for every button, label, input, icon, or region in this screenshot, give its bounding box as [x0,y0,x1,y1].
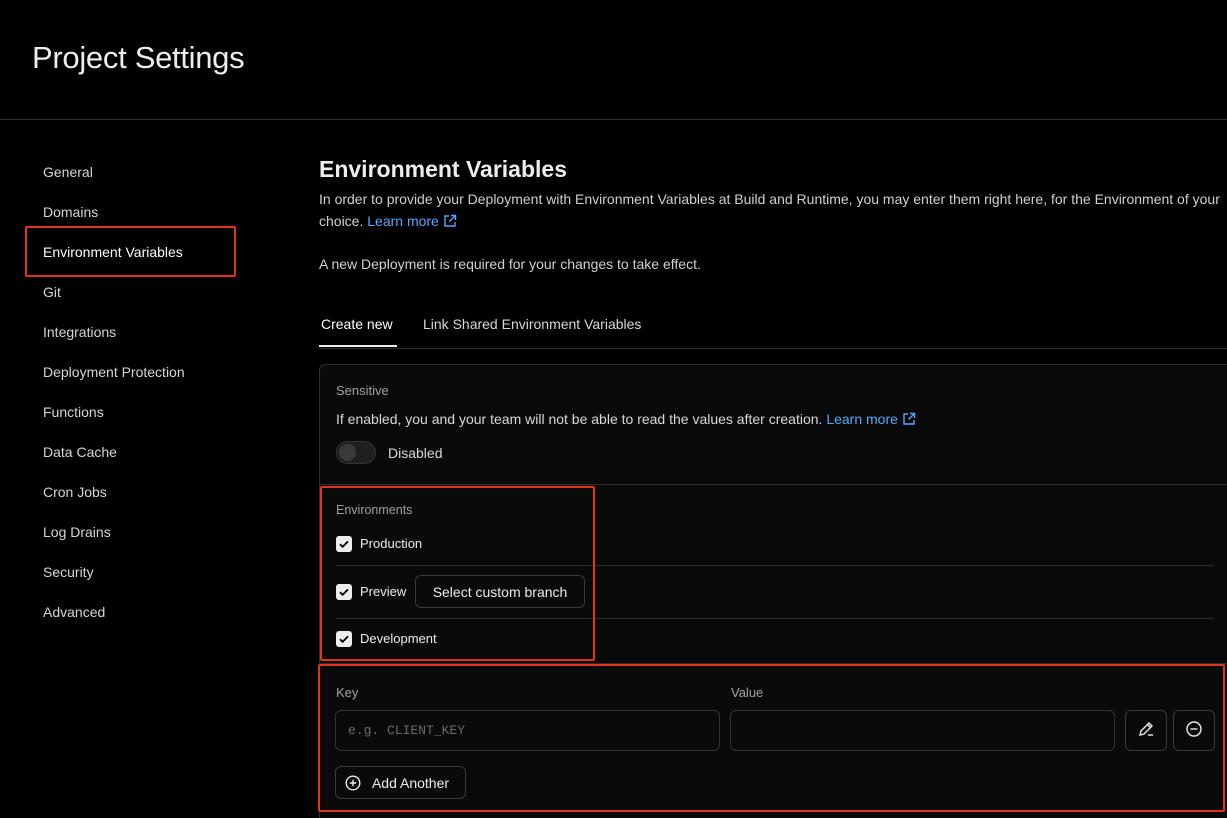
sidebar-item-functions[interactable]: Functions [43,404,104,420]
page-header: Project Settings [0,0,1227,120]
sensitive-description: If enabled, you and your team will not b… [336,411,916,429]
deployment-notice: A new Deployment is required for your ch… [319,256,701,272]
sensitive-learn-more-label: Learn more [826,411,898,427]
external-link-icon [902,412,916,429]
learn-more-link[interactable]: Learn more [367,213,457,229]
sidebar-item-data-cache[interactable]: Data Cache [43,444,117,460]
external-link-icon [443,212,457,234]
sidebar-item-domains[interactable]: Domains [43,204,98,220]
sidebar-item-integrations[interactable]: Integrations [43,324,116,340]
sidebar-item-security[interactable]: Security [43,564,94,580]
sidebar-item-log-drains[interactable]: Log Drains [43,524,111,540]
sensitive-description-text: If enabled, you and your team will not b… [336,411,823,427]
sidebar-item-cron-jobs[interactable]: Cron Jobs [43,484,107,500]
sidebar-item-git[interactable]: Git [43,284,61,300]
learn-more-label: Learn more [367,213,439,229]
tab-bar: Create new Link Shared Environment Varia… [319,310,1227,349]
active-tab-indicator [319,345,397,347]
tab-create-new[interactable]: Create new [321,316,393,332]
highlight-environments [320,486,595,661]
sidebar-item-advanced[interactable]: Advanced [43,604,105,620]
sidebar-item-deployment-protection[interactable]: Deployment Protection [43,364,185,380]
sensitive-toggle[interactable] [336,441,376,464]
section-title: Environment Variables [319,156,567,182]
highlight-key-value [318,664,1225,812]
section-description: In order to provide your Deployment with… [319,188,1224,234]
sensitive-learn-more-link[interactable]: Learn more [826,411,916,427]
highlight-sidebar-active [25,226,236,277]
sidebar-item-general[interactable]: General [43,164,93,180]
sensitive-label: Sensitive [336,383,389,398]
tab-link-shared[interactable]: Link Shared Environment Variables [423,316,641,332]
page: Project Settings General Domains Environ… [0,0,1227,818]
toggle-knob [339,444,356,461]
sensitive-toggle-state: Disabled [388,445,443,461]
section-divider [320,484,1227,485]
page-title: Project Settings [32,40,245,75]
